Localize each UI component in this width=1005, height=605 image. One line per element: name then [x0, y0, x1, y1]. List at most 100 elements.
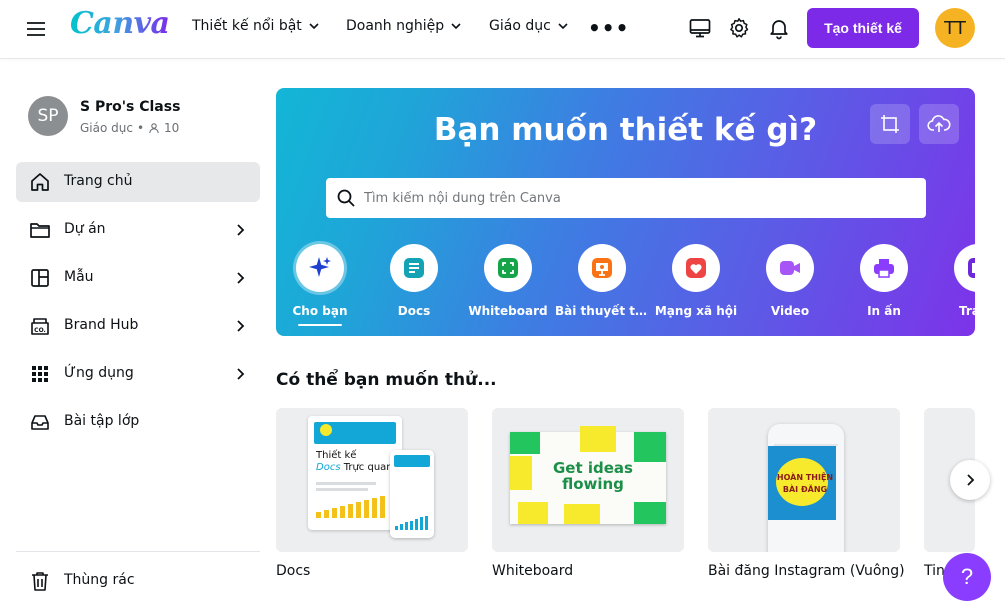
help-button[interactable]: ? — [943, 553, 991, 601]
whiteboard-thumb-line-2: flowing — [562, 475, 624, 493]
canva-logo[interactable]: Canva — [70, 6, 170, 41]
selected-underline — [298, 324, 342, 326]
inbox-icon — [28, 410, 52, 434]
menu-icon[interactable] — [22, 18, 50, 40]
team-name[interactable]: S Pro's Class — [80, 99, 180, 115]
nav-business-label: Doanh nghiệp — [346, 18, 445, 34]
user-avatar[interactable]: TT — [935, 8, 975, 48]
category-label: Whiteboard — [468, 304, 548, 318]
nav-education-label: Giáo dục — [489, 18, 551, 34]
card-label: Tin — [924, 563, 945, 579]
carousel-next-button[interactable] — [950, 460, 990, 500]
video-icon — [780, 261, 800, 275]
team-avatar[interactable]: SP — [28, 96, 68, 136]
category-circle — [672, 244, 720, 292]
category-circle — [860, 244, 908, 292]
sidebar-item-label: Thùng rác — [64, 572, 135, 588]
instagram-thumb-text: HOÀN THIỆN BÀI ĐĂNG — [776, 472, 834, 496]
hero-banner: Bạn muốn thiết kế gì? Cho bạn Docs White… — [276, 88, 975, 336]
apps-grid-icon — [28, 362, 52, 386]
docs-thumbnail-phone — [390, 450, 434, 538]
sidebar-item-brand-hub[interactable]: CO. Brand Hub — [16, 306, 260, 346]
category-label: Cho bạn — [292, 304, 348, 318]
chevron-right-icon — [237, 368, 245, 380]
sparkle-icon — [309, 257, 331, 277]
category-label: Mạng xã hội — [654, 304, 738, 318]
sidebar-item-home[interactable]: Trang chủ — [16, 162, 260, 202]
more-menu-button[interactable]: ••• — [588, 16, 629, 40]
suggestion-card-instagram-post[interactable]: HOÀN THIỆN BÀI ĐĂNG — [708, 408, 900, 552]
meta-separator: • — [136, 121, 145, 135]
category-circle — [390, 244, 438, 292]
category-circle — [296, 244, 344, 292]
trash-icon — [28, 569, 52, 593]
chevron-down-icon — [451, 23, 461, 30]
sidebar-item-label: Trang chủ — [64, 173, 133, 189]
sidebar-item-apps[interactable]: Ứng dụng — [16, 354, 260, 394]
category-circle — [766, 244, 814, 292]
team-type: Giáo dục — [80, 121, 133, 135]
sidebar-item-projects[interactable]: Dự án — [16, 210, 260, 250]
chevron-right-icon — [967, 474, 975, 486]
search-bar[interactable] — [326, 178, 926, 218]
card-label: Whiteboard — [492, 563, 574, 579]
category-circle — [484, 244, 532, 292]
desktop-icon[interactable] — [688, 16, 712, 40]
sticky-note — [518, 502, 548, 524]
sun-shape — [320, 424, 332, 436]
sidebar-item-label: Ứng dụng — [64, 365, 134, 381]
whiteboard-icon — [498, 258, 518, 278]
nav-featured-designs-label: Thiết kế nổi bật — [192, 18, 302, 34]
template-icon — [28, 266, 52, 290]
sidebar-item-label: Mẫu — [64, 269, 94, 285]
sticky-note — [510, 432, 540, 454]
docs-thumb-line-3: Trực quan — [343, 462, 393, 473]
bell-icon[interactable] — [767, 16, 791, 40]
docs-thumb-line-1: Thiết kế — [316, 450, 357, 461]
category-circle — [954, 244, 975, 292]
upload-button[interactable] — [919, 104, 959, 144]
brand-hub-icon: CO. — [28, 314, 52, 338]
cloud-upload-icon — [927, 115, 951, 132]
person-icon — [149, 123, 159, 134]
sidebar-item-templates[interactable]: Mẫu — [16, 258, 260, 298]
chevron-right-icon — [237, 224, 245, 236]
svg-text:CO.: CO. — [34, 327, 46, 334]
nav-business[interactable]: Doanh nghiệp — [346, 18, 462, 34]
instagram-thumb-line-1: HOÀN THIỆN — [776, 473, 834, 482]
category-label: In ấn — [867, 304, 901, 318]
text-line — [316, 482, 376, 485]
sticky-note — [634, 432, 666, 462]
suggestion-card-docs[interactable]: Thiết kế Docs Trực quan — [276, 408, 468, 552]
bar-graphic — [395, 516, 428, 530]
sticky-note — [634, 502, 666, 524]
print-icon — [874, 259, 894, 278]
home-icon — [28, 170, 52, 194]
sidebar-item-label: Brand Hub — [64, 317, 139, 333]
section-title: Có thể bạn muốn thử... — [276, 370, 497, 390]
gear-icon[interactable] — [727, 16, 751, 40]
chevron-right-icon — [237, 320, 245, 332]
docs-thumbnail-page: Thiết kế Docs Trực quan — [308, 416, 402, 530]
folder-icon — [28, 218, 52, 242]
custom-size-button[interactable] — [870, 104, 910, 144]
chevron-right-icon — [237, 272, 245, 284]
search-input[interactable] — [364, 178, 914, 218]
sidebar-item-trash[interactable]: Thùng rác — [16, 561, 260, 601]
docs-thumb-banner — [394, 455, 430, 467]
category-label: Bài thuyết trì... — [555, 304, 649, 318]
team-meta: Giáo dục • 10 — [80, 121, 179, 135]
nav-education[interactable]: Giáo dục — [489, 18, 569, 34]
sticky-note — [510, 456, 532, 490]
top-bar: Canva Thiết kế nổi bật Doanh nghiệp Giáo… — [0, 0, 1005, 58]
card-label: Bài đăng Instagram (Vuông) — [708, 563, 905, 579]
website-icon — [968, 258, 975, 278]
docs-thumb-highlight: Docs — [316, 462, 341, 473]
suggestion-card-whiteboard[interactable]: Get ideas flowing — [492, 408, 684, 552]
sidebar-item-class-assignments[interactable]: Bài tập lớp — [16, 402, 260, 442]
chevron-down-icon — [309, 23, 319, 30]
text-line — [316, 488, 368, 491]
create-design-button[interactable]: Tạo thiết kế — [807, 8, 919, 48]
nav-featured-designs[interactable]: Thiết kế nổi bật — [192, 18, 320, 34]
docs-icon — [404, 258, 424, 278]
